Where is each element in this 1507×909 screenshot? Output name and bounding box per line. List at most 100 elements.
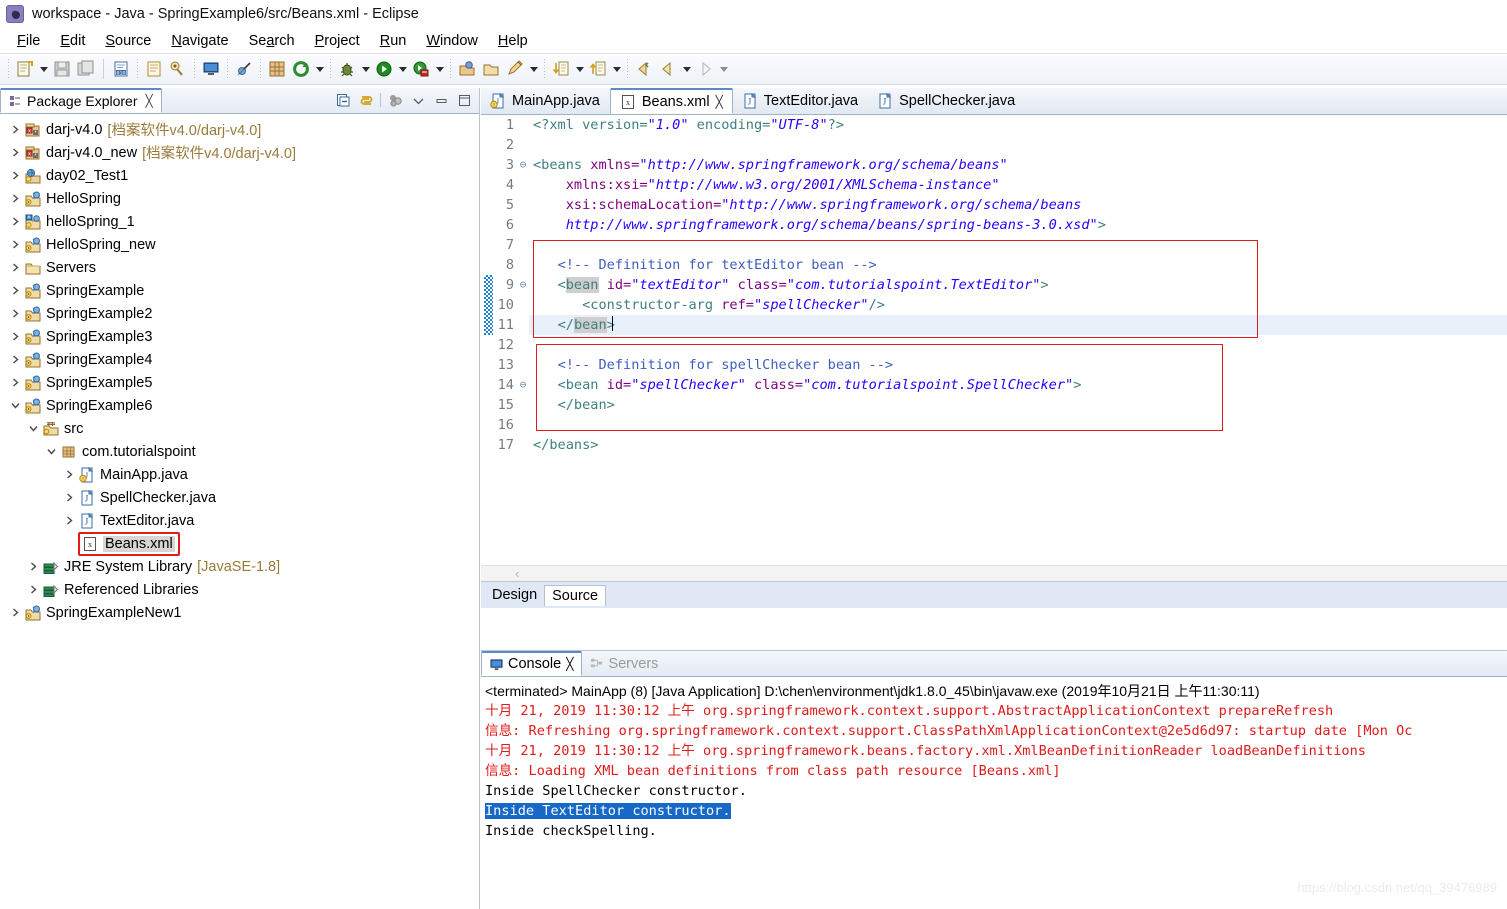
tree-item-texteditor.java[interactable]: J TextEditor.java [0,509,479,532]
chevron-right-icon[interactable] [6,371,24,394]
skip-breakpoints-icon[interactable] [232,57,256,81]
run-icon[interactable] [372,57,396,81]
maximize-icon[interactable] [455,91,473,109]
chevron-right-icon[interactable] [6,118,24,141]
tree-item-springexample[interactable]: SpringExample [0,279,479,302]
chevron-right-icon[interactable] [24,555,42,578]
tree-item-hellospring_new[interactable]: HelloSpring_new [0,233,479,256]
chevron-right-icon[interactable] [24,578,42,601]
editor-horizontal-scrollbar[interactable]: ‹ [481,565,1507,581]
tree-item-spellchecker.java[interactable]: J SpellChecker.java [0,486,479,509]
chevron-right-icon[interactable] [6,141,24,164]
back-dropdown-icon[interactable] [680,57,693,81]
collapse-all-icon[interactable] [334,91,352,109]
chevron-right-icon[interactable] [60,509,78,532]
forward-dropdown-icon[interactable] [717,57,730,81]
run-dropdown-icon[interactable] [396,57,409,81]
fold-collapse-icon[interactable]: ⊖ [517,155,529,175]
tab-package-explorer[interactable]: Package Explorer ╳ [0,88,162,113]
chevron-down-icon[interactable] [6,394,24,417]
chevron-right-icon[interactable] [6,279,24,302]
menu-window[interactable]: Window [417,31,487,51]
tree-item-src[interactable]: src [0,417,479,440]
menu-file[interactable]: File [8,31,49,51]
next-annotation-icon[interactable] [549,57,573,81]
view-menu-chevron-down-icon[interactable] [409,91,427,109]
tree-item-springexample5[interactable]: SpringExample5 [0,371,479,394]
open-task-icon[interactable] [166,57,190,81]
menu-search[interactable]: Search [240,31,304,51]
previous-annotation-icon[interactable] [586,57,610,81]
chevron-right-icon[interactable] [6,348,24,371]
editor-tab-beans-xml[interactable]: x Beans.xml ╳ [609,88,733,114]
tree-item-mainapp.java[interactable]: J! MainApp.java [0,463,479,486]
back-icon[interactable] [656,57,680,81]
save-all-icon[interactable] [74,57,98,81]
debug-icon[interactable] [335,57,359,81]
chevron-right-icon[interactable] [6,233,24,256]
tree-item-springexample2[interactable]: SpringExample2 [0,302,479,325]
chevron-down-icon[interactable] [42,440,60,463]
close-icon[interactable]: ╳ [566,657,573,671]
tree-item-jre-system-library[interactable]: JRE System Library [JavaSE-1.8] [0,555,479,578]
debug-dropdown-icon[interactable] [359,57,372,81]
open-type-icon[interactable] [142,57,166,81]
tree-item-day02_test1[interactable]: day02_Test1 [0,164,479,187]
open-folder-icon[interactable] [479,57,503,81]
chevron-right-icon[interactable] [6,601,24,624]
tree-item-referenced-libraries[interactable]: Referenced Libraries [0,578,479,601]
editor-tab-mainapp-java[interactable]: J! MainApp.java [481,88,610,114]
chevron-right-icon[interactable] [6,187,24,210]
menu-navigate[interactable]: Navigate [162,31,237,51]
menu-run[interactable]: Run [371,31,416,51]
tree-item-springexample4[interactable]: SpringExample4 [0,348,479,371]
menu-source[interactable]: Source [96,31,160,51]
toolbar-grip[interactable] [6,59,11,79]
tree-item-beans.xml[interactable]: x Beans.xml [0,531,479,556]
chevron-right-icon[interactable] [6,325,24,348]
coverage-icon[interactable] [409,57,433,81]
tree-item-darj-v4.0_new[interactable]: x * darj-v4.0_new [档案软件v4.0/darj-v4.0] [0,141,479,164]
tree-item-darj-v4.0[interactable]: x * darj-v4.0 [档案软件v4.0/darj-v4.0] [0,118,479,141]
fold-collapse-icon[interactable]: ⊖ [517,375,529,395]
next-annotation-dropdown-icon[interactable] [573,57,586,81]
coverage-dropdown-icon[interactable] [433,57,446,81]
close-icon[interactable]: ╳ [146,94,153,108]
previous-annotation-dropdown-icon[interactable] [610,57,623,81]
minimize-icon[interactable] [432,91,450,109]
annotation-icon[interactable] [503,57,527,81]
last-edit-location-icon[interactable] [632,57,656,81]
open-console-icon[interactable] [199,57,223,81]
menu-project[interactable]: Project [306,31,369,51]
chevron-right-icon[interactable] [6,302,24,325]
editor-tab-texteditor-java[interactable]: J TextEditor.java [733,88,868,114]
console-output[interactable]: <terminated> MainApp (8) [Java Applicati… [481,677,1507,909]
forward-icon[interactable] [693,57,717,81]
link-with-editor-icon[interactable] [357,91,375,109]
close-icon[interactable]: ╳ [716,95,723,109]
tree-item-hellospring[interactable]: HelloSpring [0,187,479,210]
toggle-breadcrumb-icon[interactable]: 010 [109,57,133,81]
open-perspective-icon[interactable] [455,57,479,81]
tree-item-servers[interactable]: Servers [0,256,479,279]
view-menu-icon[interactable] [386,91,404,109]
new-wizard-icon[interactable] [13,57,37,81]
xml-source-editor[interactable]: 1 <?xml version="1.0" encoding="UTF-8"?> 2… [481,115,1507,581]
new-wizard-dropdown-icon[interactable] [37,57,50,81]
chevron-right-icon[interactable] [60,486,78,509]
fold-collapse-icon[interactable]: ⊖ [517,275,529,295]
chevron-right-icon[interactable] [6,164,24,187]
refresh-dropdown-icon[interactable] [313,57,326,81]
refresh-icon[interactable] [289,57,313,81]
scroll-left-arrow-icon[interactable]: ‹ [515,567,519,581]
save-icon[interactable] [50,57,74,81]
menu-help[interactable]: Help [489,31,537,51]
chevron-right-icon[interactable] [60,463,78,486]
annotation-dropdown-icon[interactable] [527,57,540,81]
chevron-down-icon[interactable] [24,417,42,440]
tree-item-hellospring_1[interactable]: MhelloSpring_1 [0,210,479,233]
menu-edit[interactable]: Edit [51,31,94,51]
tab-console[interactable]: Console ╳ [481,651,583,676]
editor-page-tab-design[interactable]: Design [485,585,544,605]
tree-item-springexample6[interactable]: SpringExample6 [0,394,479,417]
